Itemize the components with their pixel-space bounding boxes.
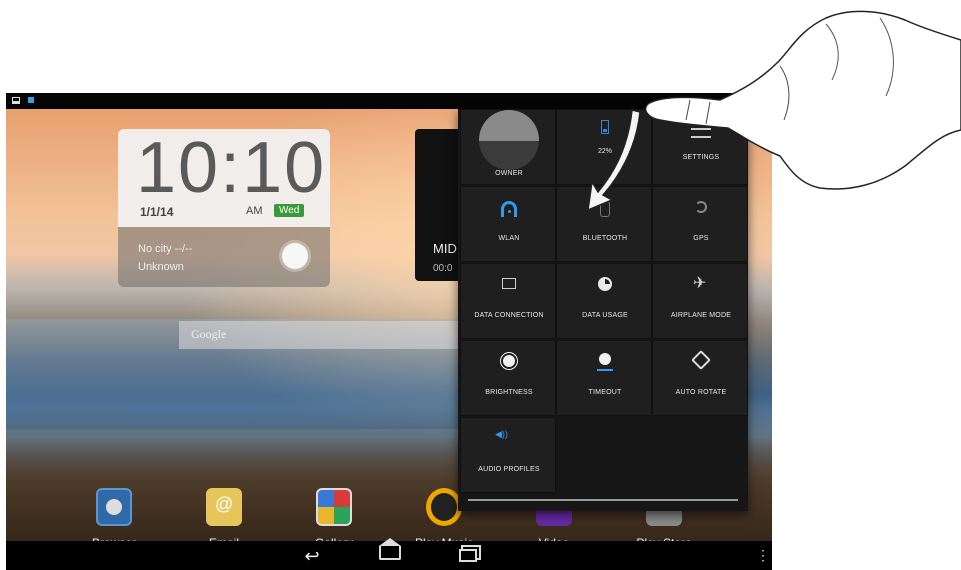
panel-divider [468,499,738,501]
menu-icon[interactable]: ⋮ [756,548,770,562]
tile-label: AIRPLANE MODE [670,312,732,319]
tile-label: OWNER [495,170,523,177]
music-time: 00:0 [433,263,453,274]
tile-wlan[interactable]: WLAN [460,186,556,262]
tile-gps[interactable]: GPS [652,186,748,262]
weather-panel: No city --/-- Unknown [118,227,330,287]
tile-label: AUDIO PROFILES [478,466,540,473]
tile-timeout[interactable]: TIMEOUT [556,340,652,416]
browser-icon [96,488,132,526]
navigation-bar: ↩ ⋮ [6,538,772,570]
tile-label: BLUETOOTH [582,235,628,242]
battery-percent: 22% [597,148,612,155]
gps-icon [695,201,707,213]
clock-ampm: AM [246,205,263,217]
owner-avatar-icon [479,110,539,170]
tablet-screen: 10:10 1/1/14 AM Wed No city --/-- Unknow… [6,93,772,570]
tile-brightness[interactable]: BRIGHTNESS [460,340,556,416]
brightness-icon [503,355,515,367]
tile-label: SETTINGS [682,154,720,161]
clock-day-badge: Wed [274,204,305,217]
music-title: MID [433,241,457,256]
quick-settings-panel: OWNER 22% SETTINGS WLAN BLUETOOTH GPS DA… [458,109,748,511]
tile-settings[interactable]: SETTINGS [652,109,748,185]
settings-icon [691,128,711,138]
sun-icon [282,243,308,269]
screenshot-notification-icon [12,97,20,104]
tile-label: WLAN [498,235,520,242]
timeout-icon [597,353,613,371]
email-icon [206,488,242,526]
tile-auto-rotate[interactable]: AUTO ROTATE [652,340,748,416]
tile-label: GPS [693,235,709,242]
tile-label: TIMEOUT [588,389,622,396]
tile-bluetooth[interactable]: BLUETOOTH [556,186,652,262]
bluetooth-icon [600,201,610,217]
tile-data-connection[interactable]: DATA CONNECTION [460,263,556,339]
airplane-icon: ✈ [693,275,707,292]
tile-label: DATA USAGE [582,312,628,319]
data-connection-icon [502,278,516,289]
clock-panel: 10:10 1/1/14 AM Wed [118,129,330,227]
headphones-icon [426,488,462,526]
clock-date: 1/1/14 [140,205,174,219]
gallery-icon [316,488,352,526]
wifi-icon [501,201,517,217]
search-placeholder: Google [191,327,227,341]
app-notification-icon [28,97,34,103]
status-bar[interactable] [6,93,772,109]
back-icon[interactable]: ↩ [298,547,326,565]
tile-label: BRIGHTNESS [485,389,533,396]
auto-rotate-icon [691,350,711,370]
weather-condition: Unknown [138,261,184,273]
tile-label: DATA CONNECTION [474,312,544,319]
clock-time: 10:10 [136,129,327,208]
weather-city: No city --/-- [138,243,193,255]
tile-data-usage[interactable]: DATA USAGE [556,263,652,339]
recent-apps-icon[interactable] [454,547,482,565]
tile-battery[interactable]: 22% [556,109,652,185]
tile-airplane-mode[interactable]: ✈ AIRPLANE MODE [652,263,748,339]
home-icon[interactable] [376,538,404,565]
data-usage-icon [598,277,612,291]
clock-weather-widget[interactable]: 10:10 1/1/14 AM Wed No city --/-- Unknow… [118,129,330,287]
google-search-bar[interactable]: Google [179,321,469,349]
battery-icon [601,120,609,134]
tile-audio-profiles[interactable]: ◀)) AUDIO PROFILES [460,417,556,493]
tile-label: AUTO ROTATE [675,389,727,396]
tile-owner[interactable]: OWNER [460,109,556,185]
audio-profiles-icon: ◀)) [495,429,508,439]
